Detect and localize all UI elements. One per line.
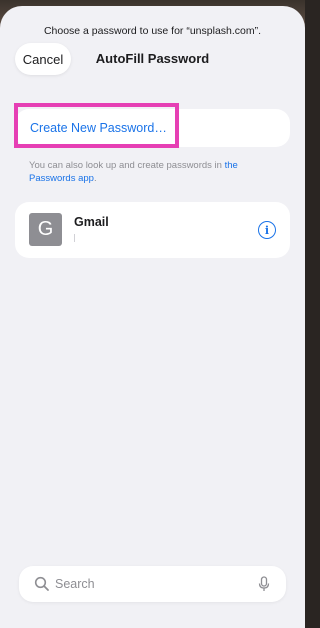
sheet-title: AutoFill Password: [95, 51, 210, 66]
create-new-password-button[interactable]: Create New Password…: [15, 109, 290, 147]
autofill-prompt: Choose a password to use for “unsplash.c…: [43, 25, 262, 37]
helper-text: You can also look up and create password…: [29, 159, 269, 185]
search-bar[interactable]: [19, 566, 286, 602]
search-icon: [34, 576, 49, 591]
microphone-icon[interactable]: [257, 576, 271, 592]
search-input[interactable]: [55, 574, 245, 594]
create-new-password-label: Create New Password…: [30, 121, 167, 135]
account-avatar: G: [29, 213, 62, 246]
account-row-gmail[interactable]: G Gmail i: [15, 202, 290, 258]
helper-text-body: You can also look up and create password…: [29, 160, 225, 171]
account-name: Gmail: [74, 215, 109, 229]
account-username-caret: [74, 234, 75, 242]
info-circle-icon[interactable]: i: [258, 221, 276, 239]
helper-text-suffix: .: [93, 173, 97, 184]
autofill-sheet: Choose a password to use for “unsplash.c…: [0, 6, 305, 628]
